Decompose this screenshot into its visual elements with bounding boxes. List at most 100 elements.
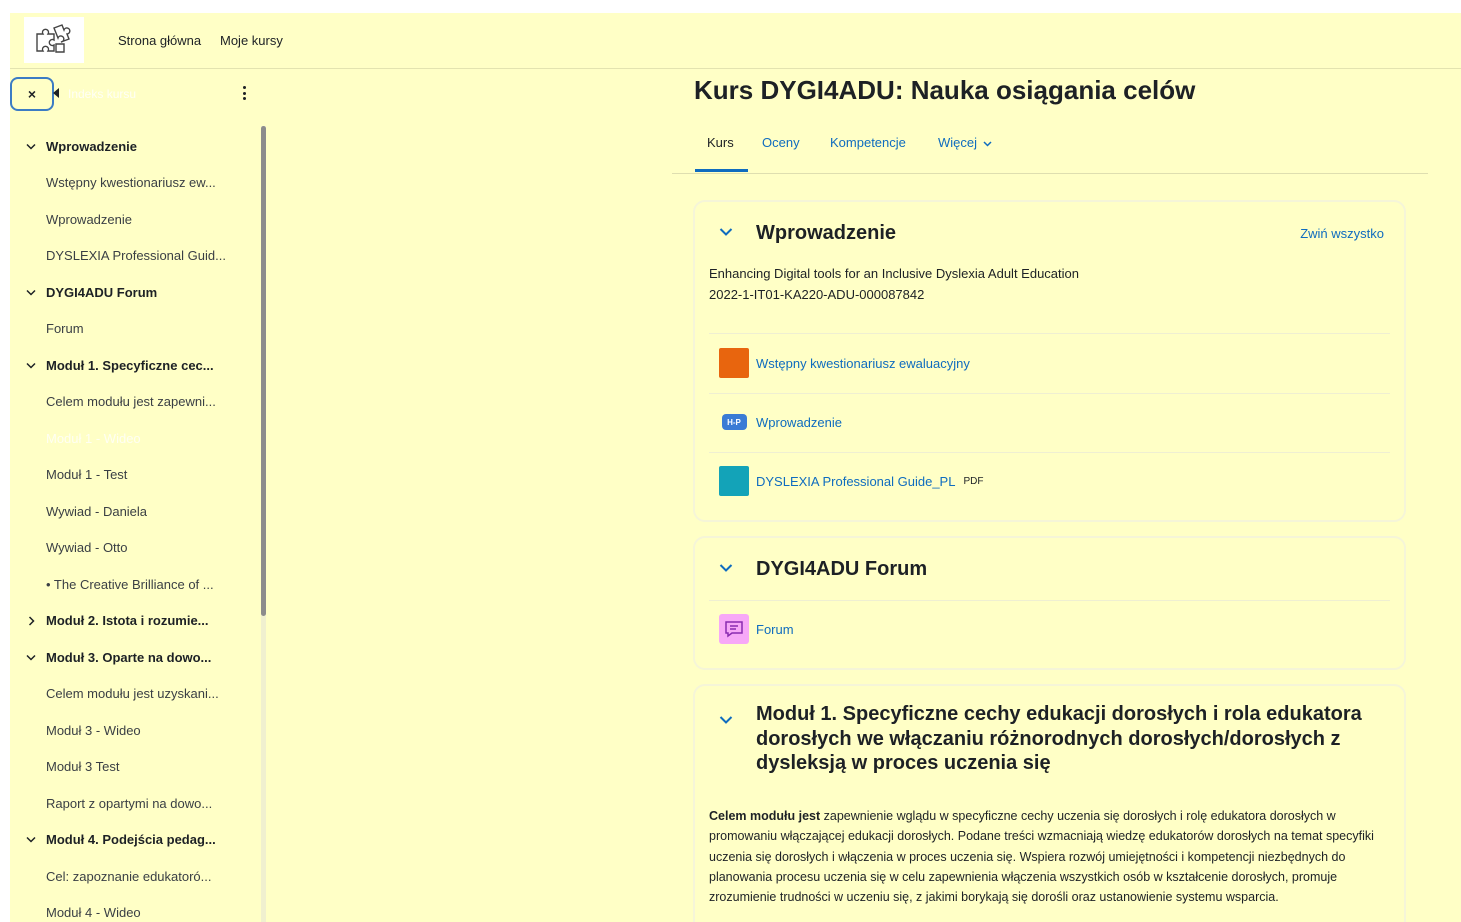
drawer-row-label: Celem modułu jest uzyskani... bbox=[46, 686, 219, 702]
drawer-item[interactable]: Forum bbox=[10, 311, 255, 348]
activity-h5p[interactable]: H-P Wprowadzenie bbox=[719, 407, 842, 437]
drawer-item[interactable]: Wprowadzenie bbox=[10, 201, 255, 238]
drawer-section[interactable]: Moduł 4. Podejścia pedag... bbox=[10, 822, 255, 859]
drawer-item[interactable]: Raport z opartymi na dowo... bbox=[10, 785, 255, 822]
chevron-down-icon bbox=[719, 564, 733, 572]
forum-icon bbox=[719, 614, 749, 644]
drawer-item[interactable]: Cel: zapoznanie edukatoró... bbox=[10, 858, 255, 895]
divider bbox=[709, 600, 1390, 601]
chevron-down-icon[interactable] bbox=[26, 836, 36, 843]
section-title: Wprowadzenie bbox=[756, 222, 897, 244]
drawer-section[interactable]: Wprowadzenie bbox=[10, 128, 255, 165]
activity-questionnaire[interactable]: Wstępny kwestionariusz ewaluacyjny bbox=[719, 348, 970, 378]
course-index-title: Indeks kursu bbox=[68, 87, 137, 101]
activity-link[interactable]: Wprowadzenie bbox=[756, 415, 842, 430]
activity-link[interactable]: DYSLEXIA Professional Guide_PL bbox=[756, 474, 955, 489]
tab-wiecej[interactable]: Więcej bbox=[938, 135, 992, 150]
chevron-down-icon bbox=[983, 141, 992, 147]
drawer-item[interactable]: Wywiad - Otto bbox=[10, 530, 255, 567]
nav-home-link[interactable]: Strona główna bbox=[118, 33, 201, 48]
nav-my-courses-link[interactable]: Moje kursy bbox=[220, 33, 283, 48]
drawer-section[interactable]: DYGI4ADU Forum bbox=[10, 274, 255, 311]
close-icon: × bbox=[27, 86, 37, 102]
chevron-down-icon bbox=[719, 716, 733, 724]
section-toggle[interactable] bbox=[719, 560, 733, 578]
drawer-row-label: Moduł 1. Specyficzne cec... bbox=[46, 357, 214, 373]
section-summary: Enhancing Digital tools for an Inclusive… bbox=[709, 263, 1079, 305]
section-title: DYGI4ADU Forum bbox=[756, 558, 928, 580]
chevron-down-icon[interactable] bbox=[26, 143, 36, 150]
site-logo[interactable] bbox=[24, 17, 84, 63]
puzzle-logo-icon bbox=[36, 24, 71, 53]
divider bbox=[709, 452, 1390, 453]
drawer-row-label: Moduł 1 - Test bbox=[46, 467, 128, 483]
collapse-all-link[interactable]: Zwiń wszystko bbox=[1300, 226, 1384, 241]
drawer-item[interactable]: Moduł 3 Test bbox=[10, 749, 255, 786]
page-title: Kurs DYGI4ADU: Nauka osiągania celów bbox=[694, 75, 1196, 105]
top-navbar: Strona główna Moje kursy bbox=[10, 13, 1461, 69]
activity-forum[interactable]: Forum bbox=[719, 614, 794, 644]
drawer-row-label: Wywiad - Otto bbox=[46, 540, 128, 556]
divider bbox=[709, 393, 1390, 394]
drawer-row-label: Celem modułu jest zapewni... bbox=[46, 394, 216, 410]
file-icon bbox=[719, 466, 749, 496]
kebab-menu-icon[interactable] bbox=[238, 83, 250, 103]
drawer-row-label: Moduł 3. Oparte na dowo... bbox=[46, 649, 212, 665]
drawer-item[interactable]: Moduł 1 - Wideo bbox=[10, 420, 255, 457]
drawer-item[interactable]: Moduł 1 - Test bbox=[10, 457, 255, 494]
chevron-down-icon[interactable] bbox=[26, 654, 36, 661]
section-toggle[interactable] bbox=[719, 712, 733, 730]
section-wprowadzenie: Wprowadzenie Zwiń wszystko Enhancing Dig… bbox=[693, 200, 1406, 522]
drawer-row-label: Wprowadzenie bbox=[46, 138, 138, 154]
activity-pdf[interactable]: DYSLEXIA Professional Guide_PL PDF bbox=[719, 466, 983, 496]
drawer-item[interactable]: DYSLEXIA Professional Guid... bbox=[10, 238, 255, 275]
drawer-row-label: Moduł 4 - Wideo bbox=[46, 905, 141, 921]
tab-kurs[interactable]: Kurs bbox=[707, 135, 734, 150]
drawer-section[interactable]: Moduł 2. Istota i rozumie... bbox=[10, 603, 255, 640]
section-toggle[interactable] bbox=[719, 224, 733, 242]
drawer-item[interactable]: Wywiad - Daniela bbox=[10, 493, 255, 530]
file-type-badge: PDF bbox=[963, 475, 984, 487]
questionnaire-icon bbox=[719, 348, 749, 378]
drawer-section[interactable]: Moduł 1. Specyficzne cec... bbox=[10, 347, 255, 384]
drawer-row-label: DYSLEXIA Professional Guid... bbox=[46, 248, 226, 264]
drawer-row-label: DYGI4ADU Forum bbox=[46, 284, 158, 300]
chat-bubble-icon bbox=[725, 621, 743, 638]
app-frame: Strona główna Moje kursy × Indeks kursu … bbox=[10, 13, 1461, 922]
chevron-down-icon[interactable] bbox=[26, 289, 36, 296]
course-index-header: × Indeks kursu bbox=[10, 75, 265, 115]
close-drawer-button[interactable]: × bbox=[10, 77, 54, 111]
drawer-item[interactable]: • The Creative Brilliance of ... bbox=[10, 566, 255, 603]
chevron-down-icon[interactable] bbox=[26, 362, 36, 369]
drawer-item[interactable]: Celem modułu jest uzyskani... bbox=[10, 676, 255, 713]
tab-oceny[interactable]: Oceny bbox=[762, 135, 800, 150]
drawer-row-label: Moduł 3 Test bbox=[46, 759, 120, 775]
course-tabs: Kurs Oceny Kompetencje Więcej bbox=[672, 131, 1428, 174]
drawer-item[interactable]: Wstępny kwestionariusz ew... bbox=[10, 165, 255, 202]
summary-line: Enhancing Digital tools for an Inclusive… bbox=[709, 266, 1079, 281]
activity-link[interactable]: Wstępny kwestionariusz ewaluacyjny bbox=[756, 356, 970, 371]
drawer-row-label: • The Creative Brilliance of ... bbox=[46, 576, 214, 592]
chevron-down-icon bbox=[719, 228, 733, 236]
caret-left-icon bbox=[53, 88, 59, 98]
drawer-item[interactable]: Moduł 3 - Wideo bbox=[10, 712, 255, 749]
divider bbox=[709, 333, 1390, 334]
chevron-right-icon[interactable] bbox=[26, 616, 36, 626]
drawer-row-label: Cel: zapoznanie edukatoró... bbox=[46, 868, 212, 884]
section-title: Moduł 1. Specyficzne cechy edukacji doro… bbox=[756, 703, 1362, 774]
drawer-row-label: Moduł 3 - Wideo bbox=[46, 722, 141, 738]
drawer-row-label: Wywiad - Daniela bbox=[46, 503, 148, 519]
drawer-item[interactable]: Celem modułu jest zapewni... bbox=[10, 384, 255, 421]
h5p-icon-label: H-P bbox=[721, 414, 747, 430]
active-tab-indicator bbox=[695, 169, 748, 172]
drawer-scrollbar-thumb[interactable] bbox=[261, 126, 266, 616]
tab-kompetencje[interactable]: Kompetencje bbox=[830, 135, 906, 150]
summary-text: zapewnienie wglądu w specyficzne cechy u… bbox=[709, 809, 1374, 905]
drawer-row-label: Raport z opartymi na dowo... bbox=[46, 795, 213, 811]
section-summary: Celem modułu jest zapewnienie wglądu w s… bbox=[709, 806, 1394, 907]
summary-bold: Celem modułu jest bbox=[709, 809, 821, 823]
drawer-section[interactable]: Moduł 3. Oparte na dowo... bbox=[10, 639, 255, 676]
activity-link[interactable]: Forum bbox=[756, 622, 794, 637]
course-index-list: Wprowadzenie Wstępny kwestionariusz ew...… bbox=[10, 128, 255, 922]
drawer-item[interactable]: Moduł 4 - Wideo bbox=[10, 895, 255, 922]
